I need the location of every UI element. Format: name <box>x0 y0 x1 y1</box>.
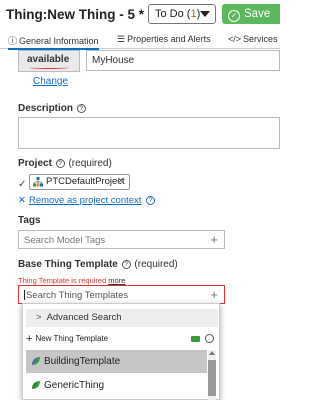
save-label: Save <box>244 8 271 20</box>
help-icon[interactable]: ? <box>76 104 86 113</box>
plus-icon[interactable]: + <box>210 287 218 302</box>
header: Thing:New Thing - 5 * ? To Do (1) ✓ Save <box>0 0 280 33</box>
help-icon[interactable]: ? <box>146 196 156 205</box>
tags-label: Tags <box>18 215 41 226</box>
check-icon: ✓ <box>18 179 27 190</box>
text-cursor <box>24 290 25 300</box>
close-icon[interactable]: ✕ <box>117 175 125 189</box>
link-text: Remove as project context <box>28 195 142 206</box>
remove-project-context-link[interactable]: ✕ Remove as project context ? <box>18 195 156 206</box>
item-label: GenericThing <box>44 380 105 391</box>
error-text: Thing Template is required <box>18 276 107 285</box>
template-dropdown: > Advanced Search + New Thing Template Bui… <box>22 303 220 400</box>
tab-services[interactable]: </> Services <box>228 34 278 44</box>
tags-search-input[interactable]: Search Model Tags + <box>18 230 225 249</box>
label-text: Project <box>18 158 52 169</box>
leaf-icon <box>32 357 40 365</box>
label-text: Base Thing Template <box>18 259 118 270</box>
placeholder-text: Search Thing Templates <box>26 290 129 301</box>
project-chip[interactable]: PTCDefaultProject ✕ <box>29 174 130 190</box>
help-icon[interactable]: ? <box>121 260 131 269</box>
state-dropdown-button[interactable]: To Do (1) <box>148 4 216 24</box>
new-thing-template-button[interactable]: + New Thing Template <box>26 332 218 346</box>
project-tree-icon <box>33 177 43 187</box>
scrollbar[interactable] <box>208 350 216 400</box>
title-prefix: Thing: <box>6 7 48 22</box>
name-input[interactable]: MyHouse <box>86 50 280 71</box>
placeholder-text: Search Model Tags <box>24 235 106 246</box>
clock-icon[interactable] <box>205 334 214 343</box>
project-name: PTCDefaultProject <box>46 176 125 187</box>
tab-properties-and-alerts[interactable]: ☰ Properties and Alerts <box>117 34 211 45</box>
caret-down-icon <box>200 11 210 17</box>
description-textarea[interactable] <box>18 117 280 149</box>
plus-icon: + <box>26 333 33 345</box>
title-name: New Thing - 5 * <box>47 7 144 22</box>
scrollbar-thumb[interactable] <box>208 360 216 396</box>
scroll-up-arrow-icon[interactable] <box>209 351 215 355</box>
folder-icon[interactable] <box>191 336 200 342</box>
change-image-link[interactable]: Change <box>33 76 68 87</box>
info-icon: ⓘ <box>8 36 18 46</box>
list-item[interactable]: GenericThing <box>26 374 207 397</box>
state-label: To Do ( <box>155 8 191 20</box>
new-template-label: New Thing Template <box>35 334 109 343</box>
code-icon: </> <box>228 34 242 44</box>
thumbnail-text: available <box>27 54 70 65</box>
list-icon: ☰ <box>117 34 126 44</box>
list-item[interactable]: BuildingTemplate <box>26 350 207 373</box>
spellcheck-underline <box>29 66 69 69</box>
required-text: (required) <box>68 158 112 169</box>
label-text: Description <box>18 103 74 114</box>
tab-bar: ⓘ General Information ☰ Properties and Ale… <box>0 33 280 50</box>
project-label: Project ? (required) <box>18 158 112 169</box>
error-message: Thing Template is required more <box>18 276 125 285</box>
advanced-search-label: Advanced Search <box>46 312 122 323</box>
base-thing-template-label: Base Thing Template ? (required) <box>18 259 178 270</box>
thing-template-search-input[interactable]: Search Thing Templates + <box>18 285 225 304</box>
leaf-icon <box>32 381 40 389</box>
item-label: BuildingTemplate <box>44 356 121 367</box>
required-text: (required) <box>134 259 178 270</box>
close-icon: ✕ <box>18 195 26 206</box>
help-icon[interactable]: ? <box>55 159 65 168</box>
tab-label: General Information <box>19 36 99 46</box>
chevron-right-icon: > <box>36 312 42 323</box>
advanced-search-button[interactable]: > Advanced Search <box>26 309 218 327</box>
more-link[interactable]: more <box>108 276 125 285</box>
tab-label: Properties and Alerts <box>127 34 211 44</box>
save-button[interactable]: ✓ Save <box>222 4 280 24</box>
tab-label: Services <box>243 34 278 44</box>
plus-icon[interactable]: + <box>210 232 218 247</box>
description-label: Description ? <box>18 103 87 114</box>
check-circle-icon: ✓ <box>228 10 240 22</box>
tab-general-information[interactable]: ⓘ General Information <box>8 34 99 50</box>
page-title: Thing:New Thing - 5 * ? <box>6 7 161 22</box>
thing-thumbnail: available <box>18 50 80 72</box>
